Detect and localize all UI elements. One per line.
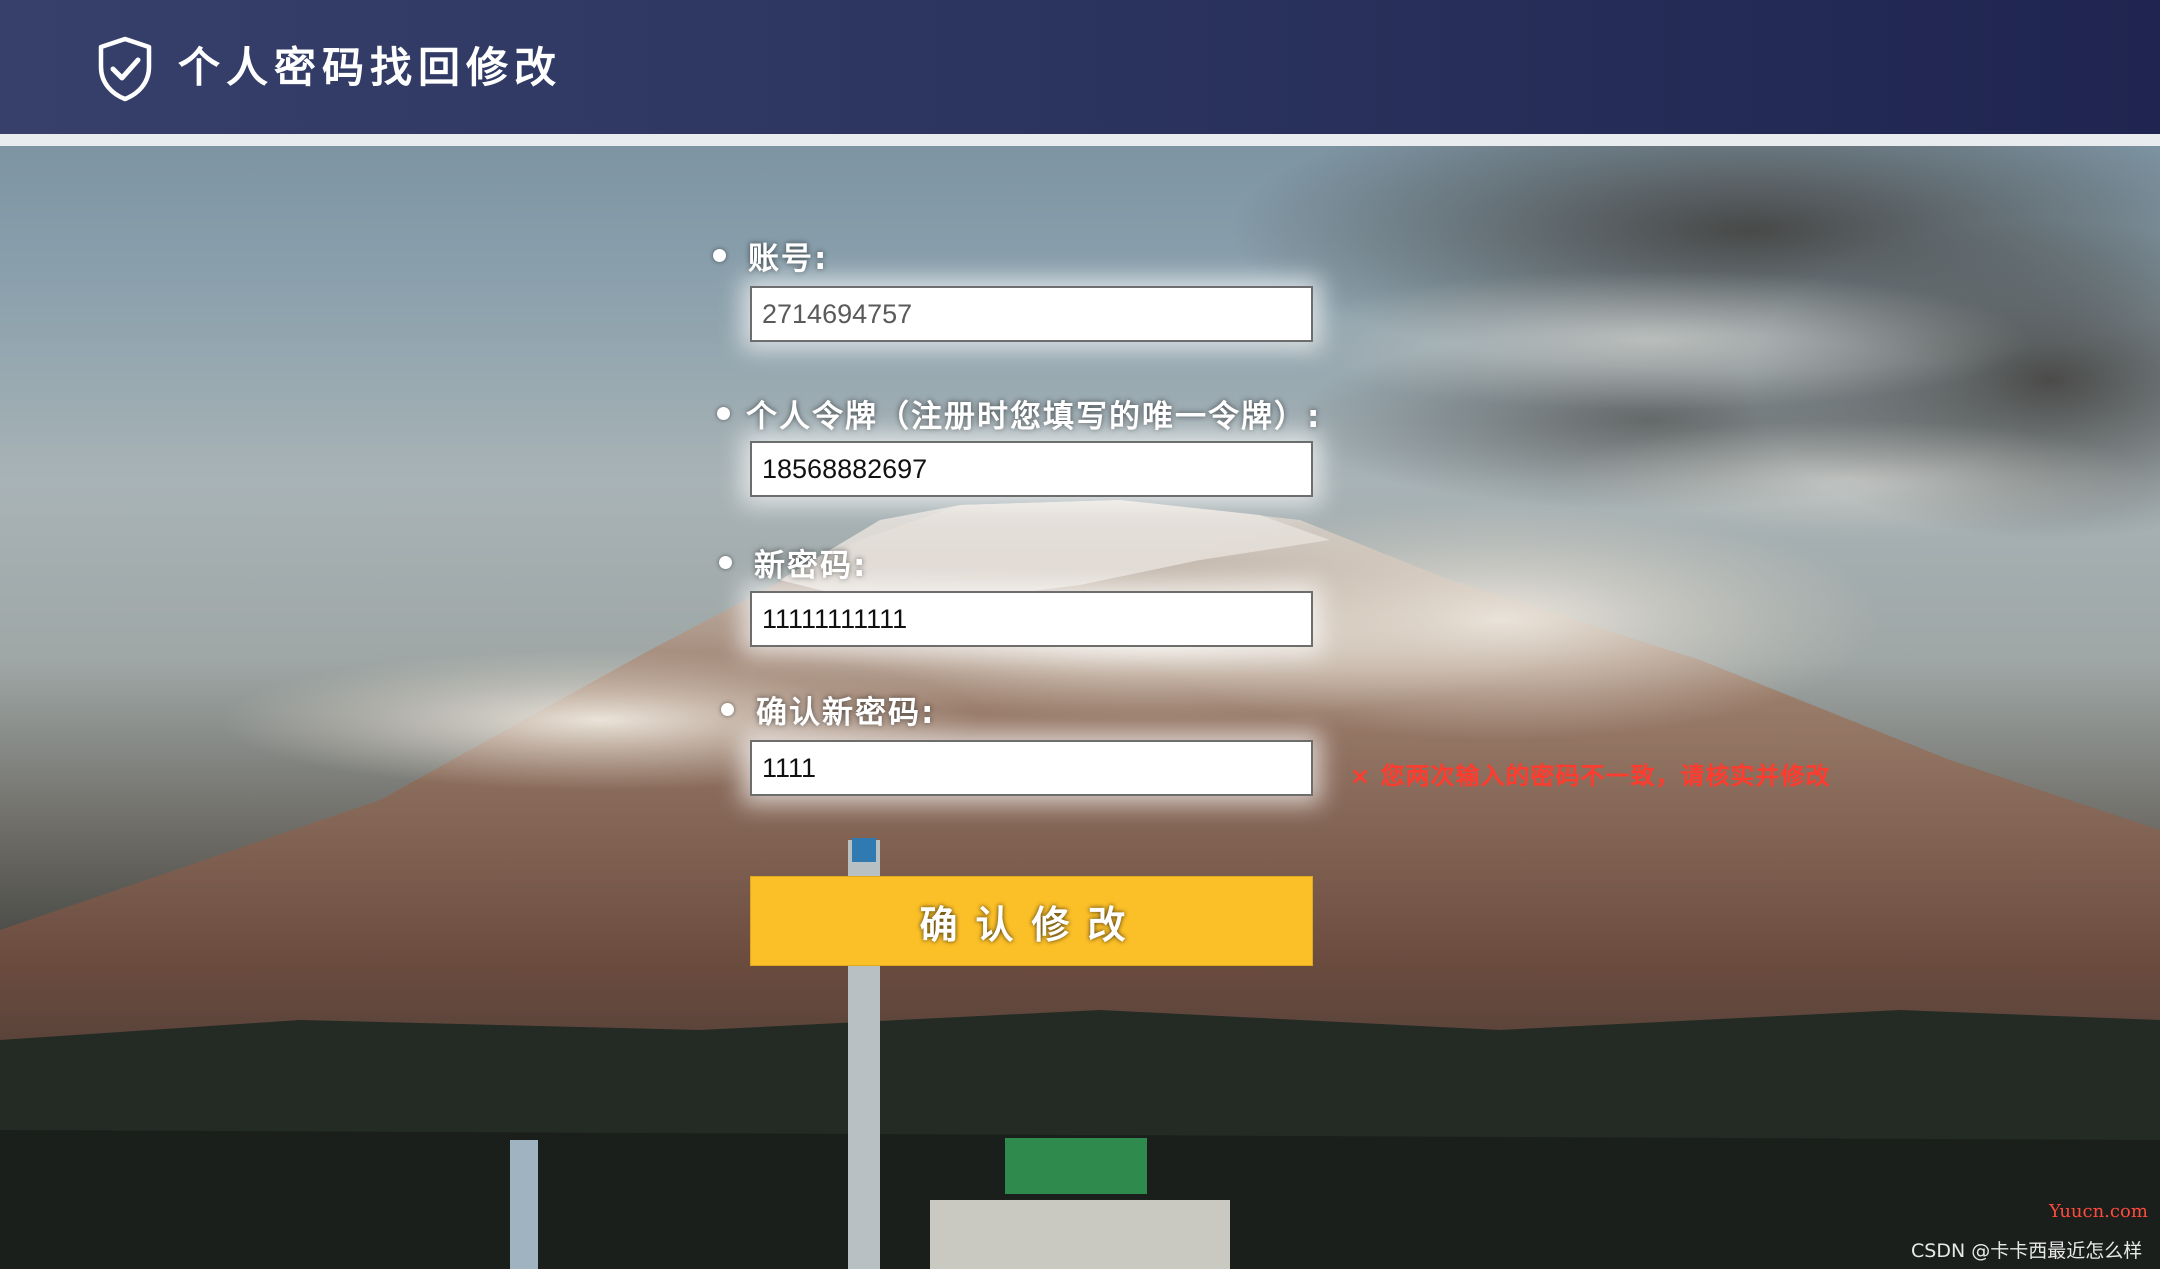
token-label: 个人令牌（注册时您填写的唯一令牌）:: [746, 399, 1322, 435]
bullet-icon: [717, 407, 730, 420]
token-input[interactable]: 18568882697: [750, 441, 1313, 497]
confirm-password-label: 确认新密码:: [756, 695, 936, 731]
bullet-icon: [719, 556, 732, 569]
csdn-watermark: CSDN @卡卡西最近怎么样: [1911, 1240, 2143, 1262]
confirm-submit-button[interactable]: 确认修改: [750, 876, 1313, 966]
new-password-label-row: 新密码:: [719, 540, 867, 585]
bullet-icon: [713, 249, 726, 262]
account-input[interactable]: 2714694757: [750, 286, 1313, 342]
new-password-input[interactable]: 11111111111: [750, 591, 1313, 647]
password-mismatch-error: × 您两次输入的密码不一致，请核实并修改: [1350, 762, 1831, 790]
confirm-password-input[interactable]: 1111: [750, 740, 1313, 796]
bullet-icon: [721, 703, 734, 716]
confirm-password-label-row: 确认新密码:: [721, 687, 935, 732]
account-label-row: 账号:: [713, 233, 828, 278]
password-reset-form: 账号: 2714694757 个人令牌（注册时您填写的唯一令牌）: 185688…: [0, 0, 2160, 1269]
site-watermark: Yuucn.com: [2049, 1201, 2148, 1222]
account-label: 账号:: [748, 241, 829, 277]
token-label-row: 个人令牌（注册时您填写的唯一令牌）:: [717, 391, 1321, 436]
new-password-label: 新密码:: [754, 548, 868, 584]
